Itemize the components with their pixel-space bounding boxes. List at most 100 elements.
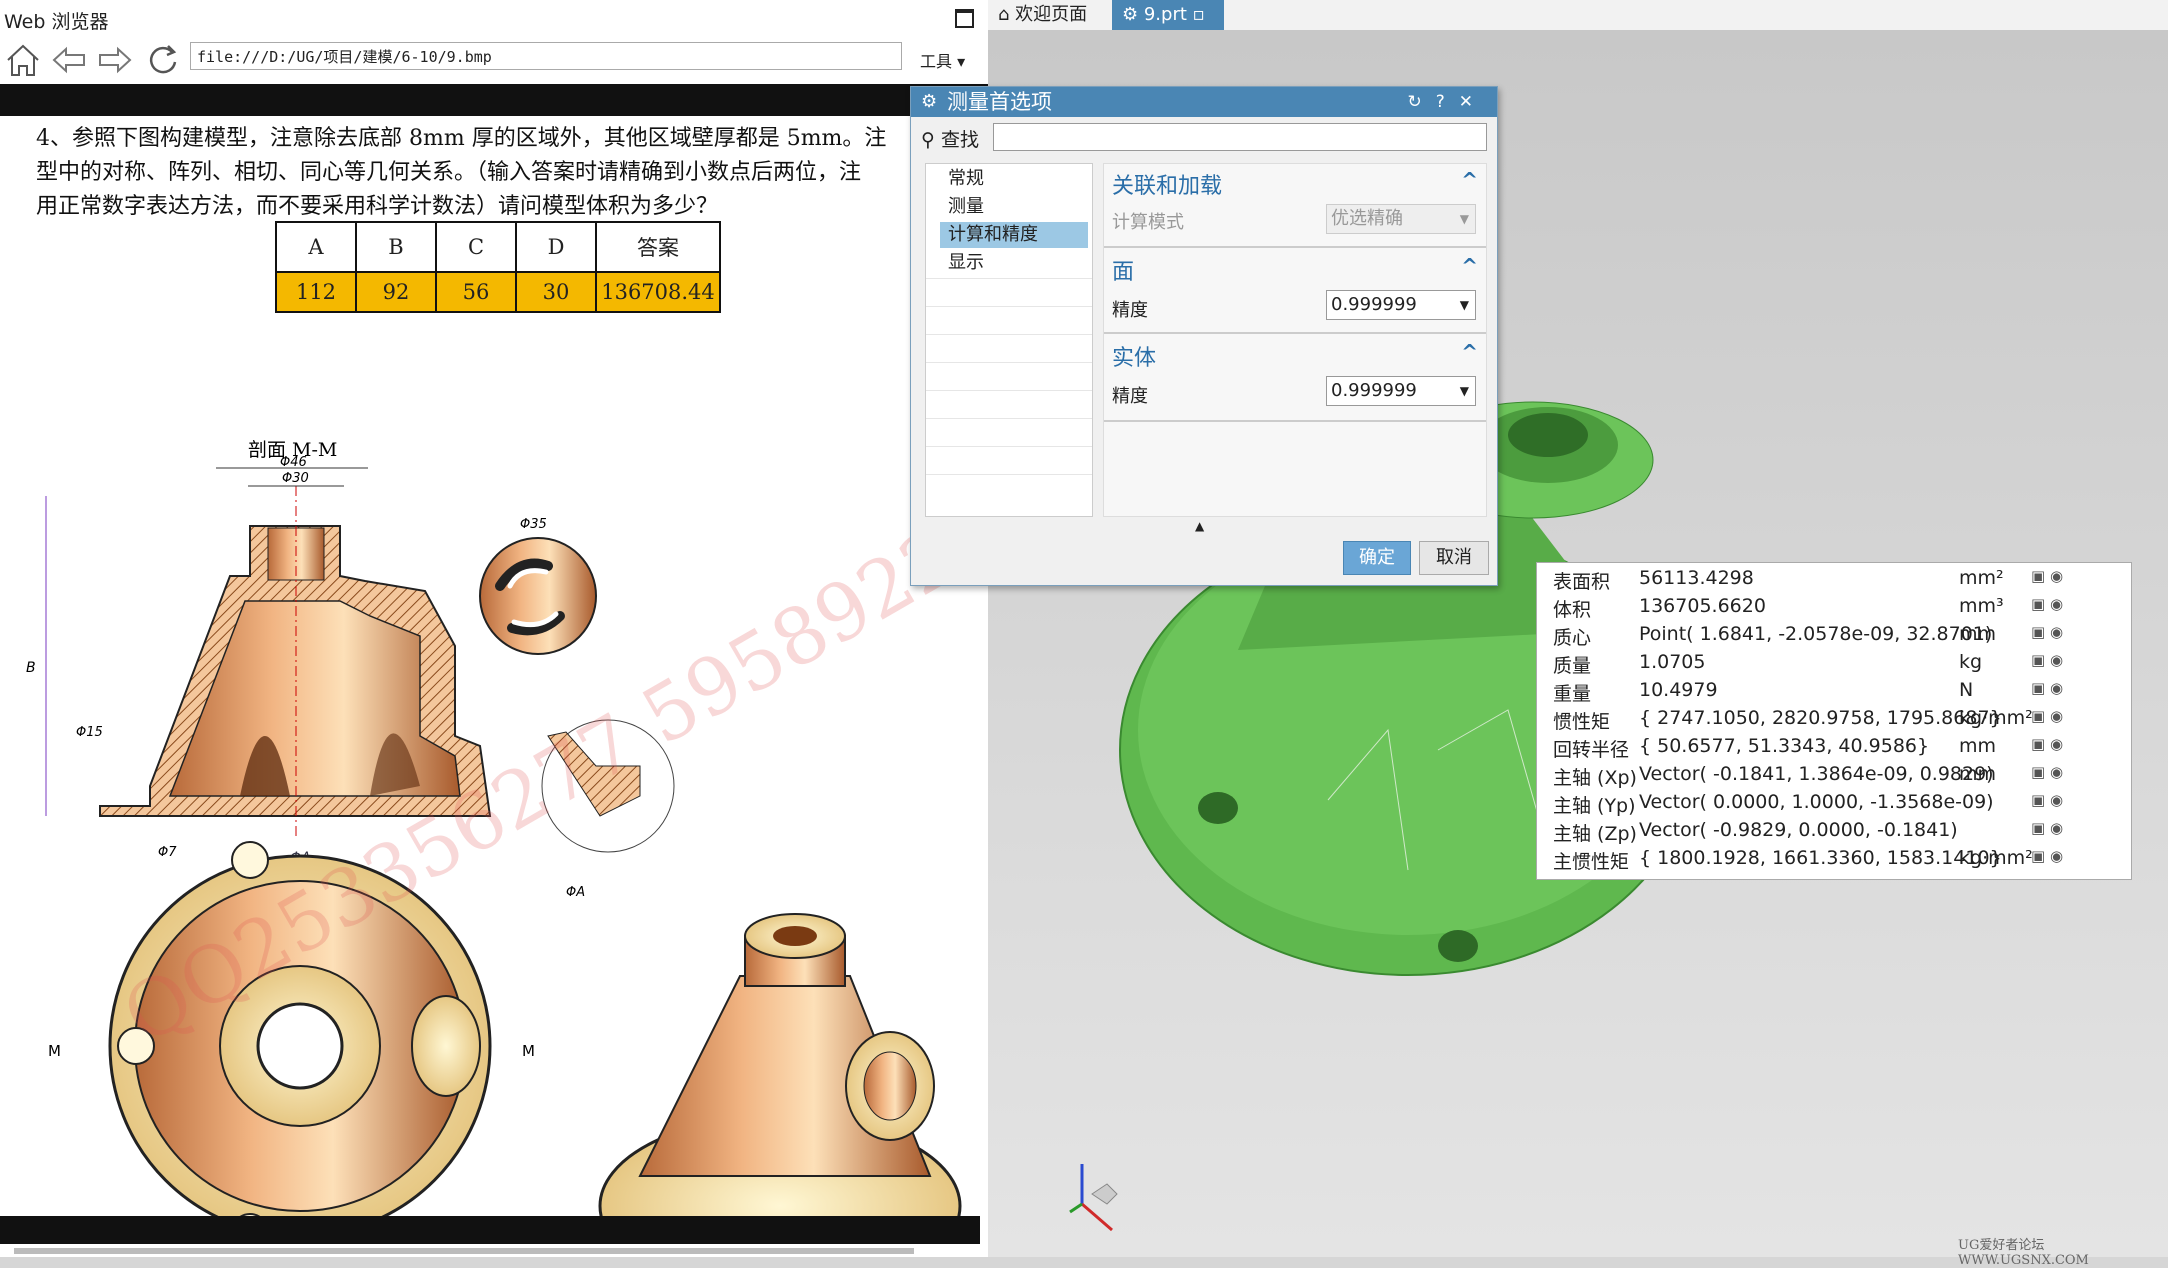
face-precision-select[interactable]: 0.999999 ▼ bbox=[1326, 290, 1476, 320]
result-row: 主轴 (Yp) Vector( 0.0000, 1.0000, -1.3568e-… bbox=[1553, 791, 2064, 817]
end-view: Φ35 bbox=[479, 517, 597, 655]
solid-precision-select[interactable]: 0.999999 ▼ bbox=[1326, 376, 1476, 406]
web-browser-panel: Web 浏览器 file:///D:/UG/项目/建模/6-10/9.bmp 工… bbox=[0, 0, 989, 1257]
result-row: 惯性矩{ 2747.1050, 2820.9758, 1795.8687} kg·… bbox=[1553, 707, 2064, 733]
browser-toolbar: file:///D:/UG/项目/建模/6-10/9.bmp 工具 ▾ bbox=[0, 36, 988, 84]
copy-view-icon[interactable]: ▣ ◉ bbox=[2031, 819, 2063, 837]
url-input[interactable]: file:///D:/UG/项目/建模/6-10/9.bmp bbox=[190, 42, 902, 70]
result-row: 主惯性矩{ 1800.1928, 1661.3360, 1583.1410} kg… bbox=[1553, 847, 2064, 873]
tools-label: 工具 bbox=[920, 52, 953, 71]
tree-item-display[interactable]: 显示 bbox=[940, 250, 1088, 276]
header-answer: 答案 bbox=[595, 221, 721, 273]
copy-view-icon[interactable]: ▣ ◉ bbox=[2031, 567, 2063, 585]
copy-view-icon[interactable]: ▣ ◉ bbox=[2031, 707, 2063, 725]
question-line-2: 型中的对称、阵列、相切、同心等几何关系。（输入答案时请精确到小数点后两位，注 bbox=[36, 160, 862, 185]
settings-panel: 关联和加载 ^ 计算模式 优选精确 ▼ 面 ^ 精度 0.999999 ▼ 实体 ^… bbox=[1103, 163, 1487, 517]
browser-title: Web 浏览器 bbox=[4, 11, 109, 33]
value-d: 30 bbox=[515, 271, 597, 313]
home-icon[interactable] bbox=[4, 42, 42, 78]
copy-view-icon[interactable]: ▣ ◉ bbox=[2031, 595, 2063, 613]
value-c: 56 bbox=[435, 271, 517, 313]
maximize-icon[interactable] bbox=[955, 9, 974, 28]
collapse-face-icon[interactable]: ^ bbox=[1461, 254, 1478, 278]
result-row: 表面积 56113.4298 mm² ▣ ◉ bbox=[1553, 567, 2064, 593]
svg-text:Φ35: Φ35 bbox=[520, 517, 547, 532]
header-c: C bbox=[435, 221, 517, 273]
tab-welcome[interactable]: ⌂ 欢迎页面 bbox=[988, 0, 1118, 30]
section-solid-title: 实体 bbox=[1112, 346, 1157, 371]
tree-item-calc-precision[interactable]: 计算和精度 bbox=[940, 222, 1088, 248]
header-b: B bbox=[355, 221, 437, 273]
binoculars-icon: ⚲ bbox=[921, 129, 935, 151]
copy-view-icon[interactable]: ▣ ◉ bbox=[2031, 791, 2063, 809]
browser-titlebar: Web 浏览器 bbox=[0, 0, 988, 36]
result-row: 质心 Point( 1.6841, -2.0578e-09, 32.8701) mm… bbox=[1553, 623, 2064, 649]
question-line-3: 用正常数字表达方法，而不要采用科学计数法）请问模型体积为多少？ bbox=[36, 194, 719, 219]
svg-text:M: M bbox=[48, 1042, 61, 1060]
cancel-button[interactable]: 取消 bbox=[1419, 541, 1489, 575]
svg-text:Φ46: Φ46 bbox=[280, 455, 307, 470]
engineering-drawing: 剖面 M-M Φ46 Φ30 B Φ15 Φ7 ΦA bbox=[26, 439, 973, 1216]
dialog-titlebar: ⚙ 测量首选项 ↻?✕ bbox=[911, 87, 1497, 117]
result-row: 主轴 (Zp) Vector( -0.9829, 0.0000, -0.1841)… bbox=[1553, 819, 2064, 845]
measure-preferences-dialog: ⚙ 测量首选项 ↻?✕ ⚲ 查找 常规 测量 计算和精度 显示 关联和加载 ^ … bbox=[910, 86, 1498, 586]
ok-button[interactable]: 确定 bbox=[1343, 541, 1411, 575]
copy-view-icon[interactable]: ▣ ◉ bbox=[2031, 847, 2063, 865]
copy-view-icon[interactable]: ▣ ◉ bbox=[2031, 679, 2063, 697]
copy-view-icon[interactable]: ▣ ◉ bbox=[2031, 651, 2063, 669]
solid-precision-label: 精度 bbox=[1112, 386, 1148, 407]
result-row: 重量 10.4979 N ▣ ◉ bbox=[1553, 679, 2064, 705]
header-d: D bbox=[515, 221, 597, 273]
refresh-icon[interactable] bbox=[144, 42, 182, 78]
category-tree: 常规 测量 计算和精度 显示 bbox=[925, 163, 1093, 517]
collapse-arrow-icon[interactable]: ▲ bbox=[1195, 519, 1204, 533]
section-face-title: 面 bbox=[1112, 260, 1135, 285]
gear-icon: ⚙ bbox=[921, 91, 938, 112]
copy-view-icon[interactable]: ▣ ◉ bbox=[2031, 763, 2063, 781]
tools-menu[interactable]: 工具 ▾ bbox=[920, 48, 965, 72]
calc-mode-label: 计算模式 bbox=[1112, 212, 1184, 233]
forward-icon[interactable] bbox=[96, 42, 134, 78]
value-a: 112 bbox=[275, 271, 357, 313]
copy-view-icon[interactable]: ▣ ◉ bbox=[2031, 623, 2063, 641]
svg-text:Φ15: Φ15 bbox=[76, 725, 103, 740]
help-icon[interactable]: ? bbox=[1436, 92, 1459, 112]
result-row: 体积 136705.6620 mm³ ▣ ◉ bbox=[1553, 595, 2064, 621]
triad-icon bbox=[1069, 1164, 1118, 1232]
header-a: A bbox=[275, 221, 357, 273]
tree-item-general[interactable]: 常规 bbox=[940, 166, 1088, 192]
section-assoc-title: 关联和加载 bbox=[1112, 174, 1223, 199]
svg-text:B: B bbox=[26, 660, 36, 676]
back-icon[interactable] bbox=[50, 42, 88, 78]
isometric-view bbox=[598, 913, 962, 1216]
tree-item-measure[interactable]: 测量 bbox=[940, 194, 1088, 220]
image-top-border bbox=[0, 84, 988, 116]
find-input[interactable] bbox=[993, 123, 1487, 151]
document-image: 4、参照下图构建模型，注意除去底部 8mm 厚的区域外，其他区域壁厚都是 5mm… bbox=[0, 116, 988, 1216]
collapse-solid-icon[interactable]: ^ bbox=[1461, 340, 1478, 364]
image-bottom-border bbox=[0, 1216, 980, 1244]
copy-view-icon[interactable]: ▣ ◉ bbox=[2031, 735, 2063, 753]
svg-text:Φ30: Φ30 bbox=[282, 471, 309, 486]
svg-text:ΦA: ΦA bbox=[566, 885, 585, 900]
value-answer: 136708.44 bbox=[595, 271, 721, 313]
face-precision-label: 精度 bbox=[1112, 300, 1148, 321]
result-row: 主轴 (Xp) Vector( -0.1841, 1.3864e-09, 0.98… bbox=[1553, 763, 2064, 789]
measure-results-table: 表面积 56113.4298 mm² ▣ ◉ 体积 136705.6620 mm³ ▣ ◉ … bbox=[1536, 562, 2132, 880]
calc-mode-select: 优选精确 ▼ bbox=[1326, 204, 1476, 234]
collapse-assoc-icon[interactable]: ^ bbox=[1461, 168, 1478, 192]
tab-bar: ⌂ 欢迎页面 ⚙ 9.prt ▫ × bbox=[988, 0, 2168, 55]
find-label: ⚲ 查找 bbox=[921, 129, 979, 151]
horizontal-scrollbar[interactable] bbox=[14, 1248, 914, 1254]
dialog-title: 测量首选项 bbox=[947, 90, 1052, 114]
result-row: 质量 1.0705 kg ▣ ◉ bbox=[1553, 651, 2064, 677]
svg-text:M: M bbox=[522, 1042, 535, 1060]
svg-text:Φ7: Φ7 bbox=[158, 845, 177, 860]
tab-prt[interactable]: ⚙ 9.prt ▫ × bbox=[1112, 0, 1224, 55]
result-row: 回转半径{ 50.6577, 51.3343, 40.9586} mm ▣ ◉ bbox=[1553, 735, 2064, 761]
reset-icon[interactable]: ↻ bbox=[1407, 92, 1435, 112]
answer-table: A B C D 答案 112 92 56 30 136708.44 bbox=[275, 221, 721, 313]
value-b: 92 bbox=[355, 271, 437, 313]
close-icon[interactable]: ✕ bbox=[1459, 92, 1487, 112]
forum-watermark: UG爱好者论坛 WWW.UGSNX.COM bbox=[1958, 1238, 2089, 1268]
